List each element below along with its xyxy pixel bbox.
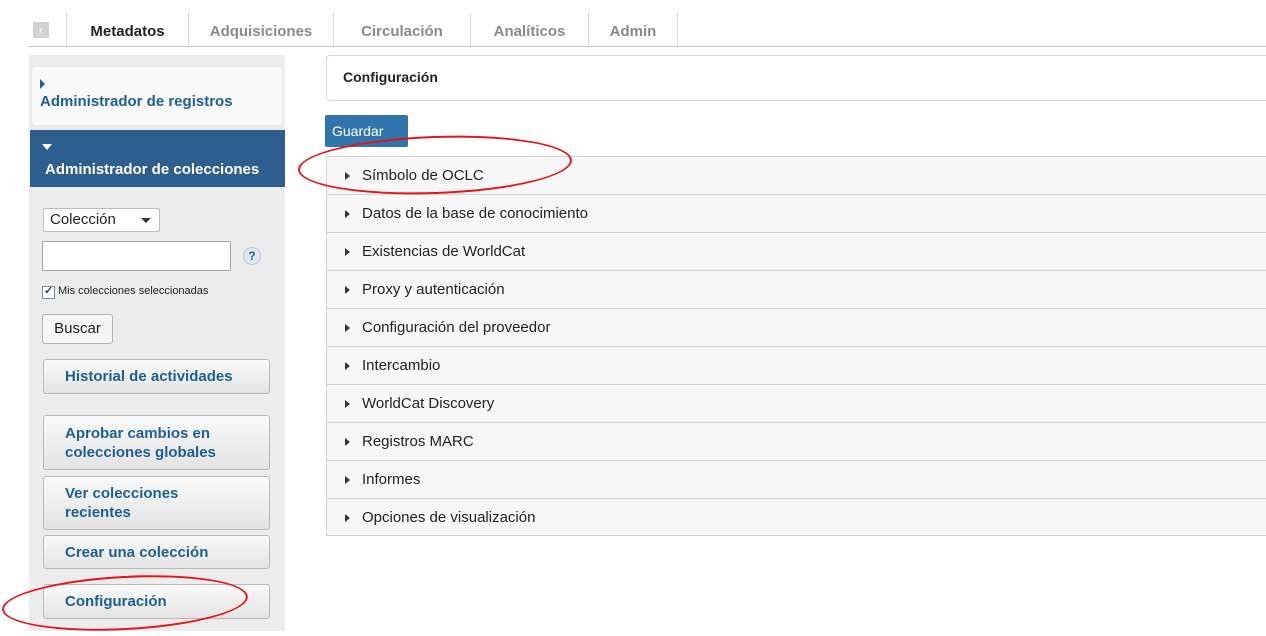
config-header: Configuración: [326, 55, 1266, 101]
section-label: Informes: [362, 471, 421, 488]
caret-right-icon: [345, 286, 350, 294]
section-label: Datos de la base de conocimiento: [362, 205, 588, 222]
section-reports[interactable]: Informes: [326, 460, 1266, 498]
caret-right-icon: [345, 438, 350, 446]
approve-changes-label-line2: colecciones globales: [65, 443, 216, 461]
section-label: Configuración del proveedor: [362, 319, 551, 336]
collapse-nav-button[interactable]: ‹: [27, 13, 67, 46]
tab-analiticos[interactable]: Analíticos: [471, 13, 589, 46]
caret-right-icon: [345, 210, 350, 218]
record-manager-panel[interactable]: Administrador de registros: [32, 67, 282, 125]
section-label: Registros MARC: [362, 433, 474, 450]
collection-type-select[interactable]: Colección: [43, 208, 160, 232]
caret-right-icon: [345, 248, 350, 256]
help-icon[interactable]: ?: [243, 247, 261, 265]
settings-accordion: Símbolo de OCLC Datos de la base de cono…: [326, 156, 1266, 536]
page-title: Configuración: [343, 69, 438, 85]
section-marc-records[interactable]: Registros MARC: [326, 422, 1266, 460]
section-display-options[interactable]: Opciones de visualización: [326, 498, 1266, 536]
caret-down-icon: [42, 144, 52, 150]
approve-changes-label: Aprobar cambios en colecciones globales: [65, 424, 216, 462]
recent-collections-label: Ver colecciones recientes: [65, 484, 178, 522]
tab-circulacion[interactable]: Circulación: [334, 13, 471, 46]
search-button[interactable]: Buscar: [42, 314, 113, 344]
caret-right-icon: [40, 79, 45, 89]
section-label: Proxy y autenticación: [362, 281, 505, 298]
collection-manager-panel[interactable]: Administrador de colecciones: [30, 130, 285, 187]
my-collections-checkbox[interactable]: ✓: [42, 285, 55, 299]
create-collection-label: Crear una colección: [65, 543, 209, 561]
chevron-left-icon: ‹: [33, 22, 49, 38]
section-proxy-auth[interactable]: Proxy y autenticación: [326, 270, 1266, 308]
top-nav: ‹ Metadatos Adquisiciones Circulación An…: [27, 13, 1266, 47]
section-knowledge-base[interactable]: Datos de la base de conocimiento: [326, 194, 1266, 232]
approve-changes-label-line1: Aprobar cambios en: [65, 424, 211, 442]
caret-right-icon: [345, 476, 350, 484]
recent-collections-label-line1: Ver colecciones: [65, 485, 179, 502]
caret-right-icon: [345, 362, 350, 370]
section-label: Opciones de visualización: [362, 509, 536, 526]
collection-manager-title[interactable]: Administrador de colecciones: [45, 161, 259, 178]
section-worldcat-discovery[interactable]: WorldCat Discovery: [326, 384, 1266, 422]
section-label: WorldCat Discovery: [362, 395, 495, 412]
approve-changes-button[interactable]: Aprobar cambios en colecciones globales: [43, 415, 270, 470]
my-collections-label: Mis colecciones seleccionadas: [58, 285, 209, 297]
recent-collections-button[interactable]: Ver colecciones recientes: [43, 476, 270, 530]
caret-right-icon: [345, 514, 350, 522]
section-label: Existencias de WorldCat: [362, 243, 526, 260]
caret-right-icon: [345, 324, 350, 332]
activity-history-label: Historial de actividades: [65, 368, 233, 385]
section-label: Intercambio: [362, 357, 441, 374]
section-worldcat-holdings[interactable]: Existencias de WorldCat: [326, 232, 1266, 270]
recent-collections-label-line2: recientes: [65, 504, 131, 521]
tab-metadatos[interactable]: Metadatos: [67, 13, 189, 46]
activity-history-button[interactable]: Historial de actividades: [43, 359, 270, 394]
section-provider-config[interactable]: Configuración del proveedor: [326, 308, 1266, 346]
collection-type-value: Colección: [50, 211, 116, 228]
search-input[interactable]: [42, 241, 231, 271]
record-manager-title[interactable]: Administrador de registros: [40, 93, 233, 110]
caret-right-icon: [345, 400, 350, 408]
tab-admin[interactable]: Admin: [589, 13, 678, 46]
tab-adquisiciones[interactable]: Adquisiciones: [189, 13, 334, 46]
create-collection-button[interactable]: Crear una colección: [43, 535, 270, 569]
section-exchange[interactable]: Intercambio: [326, 346, 1266, 384]
sidebar: Administrador de registros Administrador…: [29, 55, 285, 631]
checkmark-icon: ✓: [44, 285, 54, 297]
chevron-down-icon: [141, 218, 151, 223]
